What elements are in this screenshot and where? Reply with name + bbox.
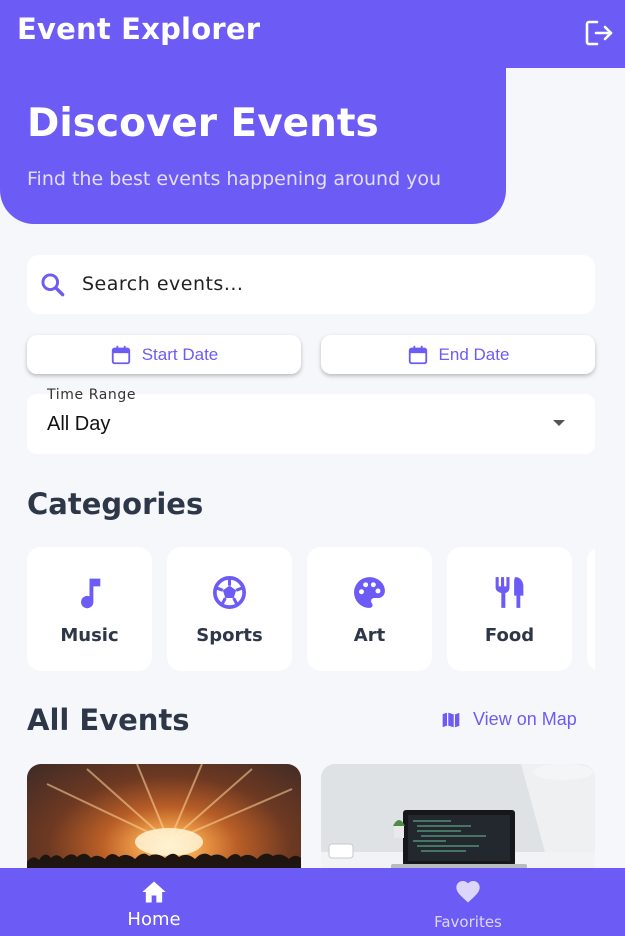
search-input[interactable] <box>82 268 572 300</box>
logout-icon[interactable] <box>585 19 615 47</box>
hero-title: Discover Events <box>27 101 379 146</box>
palette-icon <box>354 577 385 608</box>
view-on-map-link[interactable]: View on Map <box>441 709 577 730</box>
categories-title: Categories <box>27 487 204 521</box>
category-food[interactable]: Food <box>447 547 572 671</box>
time-range-dropdown[interactable]: Time Range All Day <box>27 387 595 454</box>
category-label: Music <box>60 625 119 646</box>
category-label: Food <box>484 625 535 646</box>
calendar-icon <box>111 345 130 364</box>
view-on-map-label: View on Map <box>473 709 577 729</box>
app-bar: Event Explorer <box>0 0 625 68</box>
start-date-button[interactable]: Start Date <box>27 335 301 374</box>
event-card-tech[interactable] <box>321 764 595 874</box>
search-bar[interactable] <box>27 255 595 314</box>
bottom-nav: Home Favorites <box>0 868 625 936</box>
category-label: Art <box>353 625 386 646</box>
music-note-icon <box>81 578 101 609</box>
map-icon <box>442 712 460 727</box>
nav-home[interactable]: Home <box>54 868 254 936</box>
category-label: Sports <box>196 625 263 646</box>
nav-favorites-label: Favorites <box>434 913 502 931</box>
categories-row: Music Sports Art Food <box>27 547 595 671</box>
soccer-ball-icon <box>213 576 246 609</box>
category-music[interactable]: Music <box>27 547 152 671</box>
end-date-button[interactable]: End Date <box>321 335 595 374</box>
laptop-desk-image <box>321 764 595 874</box>
app-title: Event Explorer <box>17 12 261 46</box>
all-events-title: All Events <box>27 703 190 737</box>
category-art[interactable]: Art <box>307 547 432 671</box>
category-sports[interactable]: Sports <box>167 547 292 671</box>
concert-crowd-image <box>27 764 301 874</box>
search-icon <box>41 273 65 297</box>
calendar-icon <box>408 345 427 364</box>
restaurant-icon <box>495 577 524 608</box>
hero-banner: Discover Events Find the best events hap… <box>0 68 506 224</box>
home-icon <box>142 881 166 903</box>
end-date-label: End Date <box>438 344 510 364</box>
nav-favorites[interactable]: Favorites <box>368 868 568 936</box>
heart-icon <box>456 881 480 903</box>
time-range-value: All Day <box>47 413 111 435</box>
category-more[interactable] <box>587 547 595 671</box>
event-card-concert[interactable] <box>27 764 301 874</box>
start-date-label: Start Date <box>141 344 219 364</box>
nav-home-label: Home <box>127 909 181 930</box>
hero-subtitle: Find the best events happening around yo… <box>27 168 442 190</box>
time-range-label: Time Range <box>47 387 137 403</box>
dropdown-arrow-icon <box>553 420 565 426</box>
